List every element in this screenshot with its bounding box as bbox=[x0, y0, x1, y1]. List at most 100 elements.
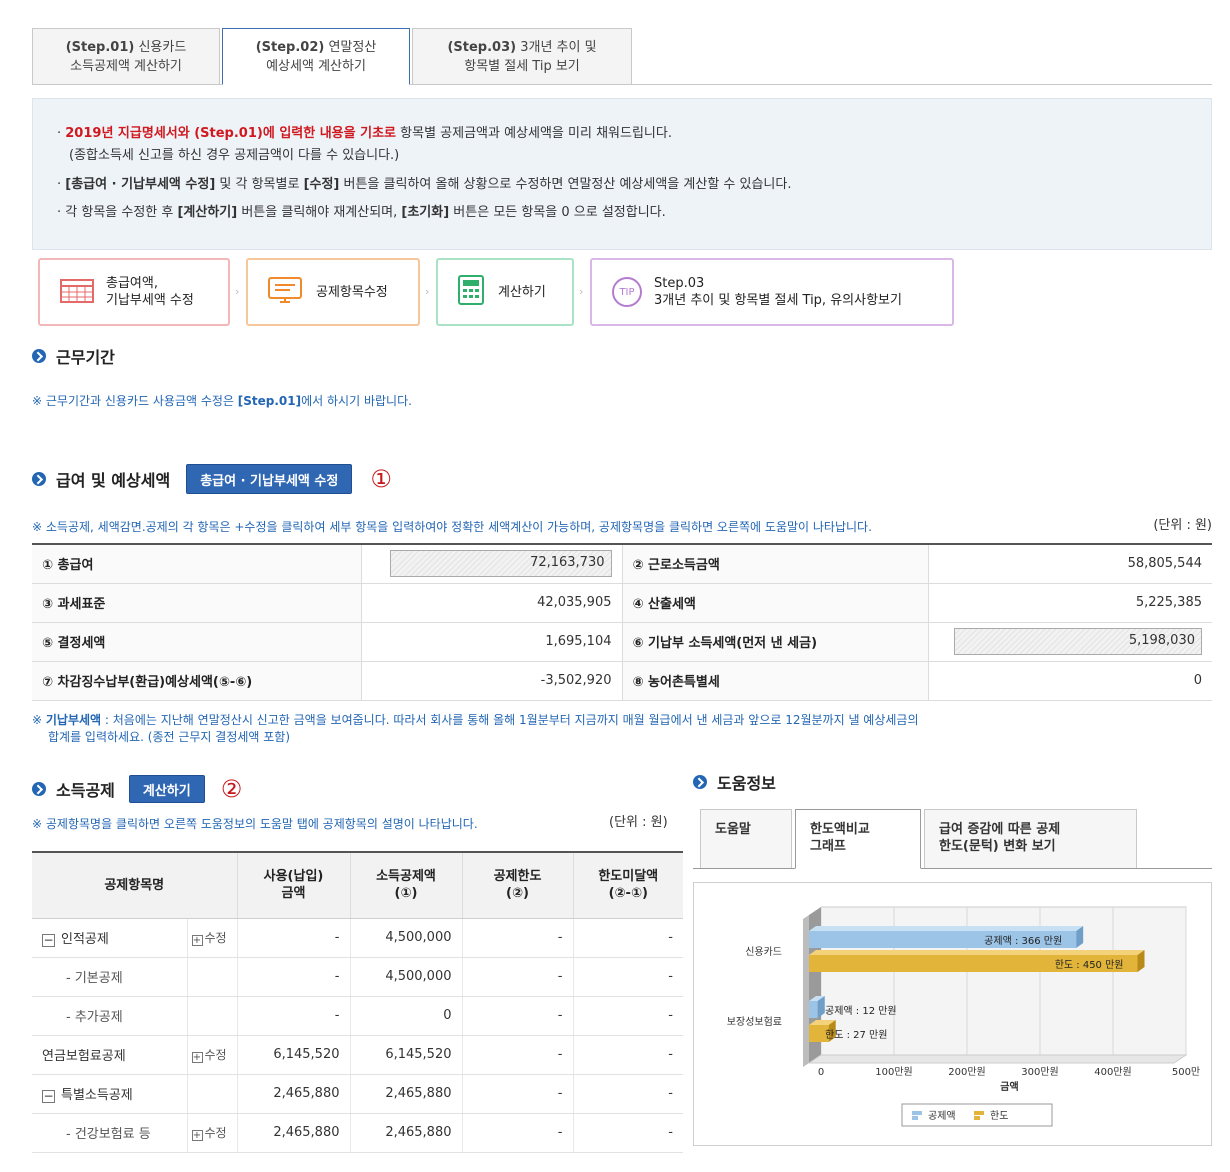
header-limit: 공제한도 (②) bbox=[462, 851, 574, 919]
table-row: ⑤ 결정세액 1,695,104 ⑥ 기납부 소득세액(먼저 낸 세금) 5,1… bbox=[32, 622, 1212, 662]
cell-used: - bbox=[237, 918, 351, 958]
cell-ded: 0 bbox=[350, 996, 463, 1036]
x-tick-label: 300만원 bbox=[1021, 1066, 1059, 1078]
plus-box-icon: + bbox=[191, 1052, 203, 1063]
x-tick-label: 100만원 bbox=[875, 1066, 913, 1078]
cell-lim: - bbox=[462, 1035, 574, 1075]
legend-swatch bbox=[912, 1111, 922, 1115]
tip-icon: TIP bbox=[612, 277, 642, 307]
table-row: ⑦ 차감징수납부(환급)예상세액(⑤-⑥) -3,502,920 ⑧ 농어촌특별… bbox=[32, 661, 1212, 701]
tab-divider bbox=[32, 84, 1212, 85]
table-row: - 기본공제 -4,500,000- - bbox=[32, 957, 683, 997]
collapse-icon[interactable]: − bbox=[42, 934, 55, 947]
cell-lim: - bbox=[462, 918, 574, 958]
cell-short: - bbox=[573, 918, 683, 958]
plus-box-icon: + bbox=[191, 935, 203, 946]
deduction-note: ※ 공제항목명을 클릭하면 오른쪽 도움정보의 도움말 탭에 공제항목의 설명이… bbox=[32, 817, 478, 831]
deduction-item-name[interactable]: - 건강보험료 등 bbox=[32, 1113, 188, 1153]
deduction-table: 공제항목명 사용(납입) 금액 소득공제액 (①) 공제한도 (②) 한도미달액 (②-… bbox=[32, 851, 683, 1153]
edit-salary-process-button[interactable]: 총급여액, 기납부세액 수정 bbox=[38, 258, 230, 326]
deduction-item-name[interactable]: − 특별소득공제 bbox=[32, 1074, 188, 1114]
cell-ded: 2,465,880 bbox=[350, 1113, 463, 1153]
cell-short: - bbox=[573, 1113, 683, 1153]
cell-ded: 4,500,000 bbox=[350, 957, 463, 997]
cell-lim: - bbox=[462, 1074, 574, 1114]
calculate-process-button[interactable]: 계산하기 bbox=[436, 258, 574, 326]
tab-step-02[interactable]: (Step.02) 연말정산 예상세액 계산하기 bbox=[222, 28, 410, 85]
deduction-item-name[interactable]: − 인적공제 bbox=[32, 918, 188, 958]
header-deduction: 소득공제액 (①) bbox=[350, 851, 463, 919]
bullet-icon bbox=[693, 775, 707, 789]
bullet-icon bbox=[32, 782, 46, 796]
data-label: 한도 : 450 만원 bbox=[1055, 959, 1124, 971]
calculate-button[interactable]: 계산하기 bbox=[128, 775, 205, 803]
tab-step-01[interactable]: (Step.01) 신용카드 소득공제액 계산하기 bbox=[32, 28, 220, 84]
salary-unit: (단위 : 원) bbox=[1153, 518, 1212, 533]
edit-item-button[interactable]: + 수정 bbox=[191, 931, 227, 946]
legend-swatch bbox=[912, 1116, 918, 1120]
deduction-rows: − 인적공제 + 수정 -4,500,000- - - 기본공제 -4,500,000- - - … bbox=[32, 918, 683, 1153]
deduction-item-name[interactable]: 연금보험료공제 bbox=[32, 1035, 188, 1075]
legend-swatch bbox=[974, 1116, 980, 1120]
table-row: - 추가공제 -0- - bbox=[32, 996, 683, 1036]
bar bbox=[809, 1001, 818, 1018]
salary-note: ※ 소득공제, 세액감면.공제의 각 항목은 +수정을 클릭하여 세부 항목을 … bbox=[32, 520, 872, 534]
deduction-item-name[interactable]: - 추가공제 bbox=[32, 996, 188, 1036]
chart-svg: 신용카드 공제액 : 366 만원한도 : 450 만원보장성보험료 공제액 : 1… bbox=[727, 906, 1200, 1127]
category-label: 보장성보험료 bbox=[727, 1016, 782, 1028]
tab-help[interactable]: 도움말 bbox=[700, 809, 792, 869]
cell-short: - bbox=[573, 957, 683, 997]
prepaid-tax-field: 5,198,030 bbox=[954, 628, 1202, 655]
calculator-icon bbox=[458, 275, 484, 309]
calendar-icon bbox=[60, 277, 94, 307]
step-arrow-icon: › bbox=[235, 285, 240, 298]
step03-tip-process-button[interactable]: TIP Step.03 3개년 추이 및 항목별 절세 Tip, 유의사항보기 bbox=[590, 258, 954, 326]
legend-label: 공제액 bbox=[928, 1110, 956, 1122]
deduction-item-name[interactable]: - 기본공제 bbox=[32, 957, 188, 997]
bullet-icon bbox=[32, 472, 46, 486]
edit-salary-tax-button[interactable]: 총급여 · 기납부세액 수정 bbox=[186, 464, 353, 494]
cell-lim: - bbox=[462, 957, 574, 997]
x-tick-label: 500만 bbox=[1172, 1066, 1200, 1078]
cell-used: - bbox=[237, 957, 351, 997]
info-box: · 2019년 지급명세서와 (Step.01)에 입력한 내용을 기초로 항목… bbox=[32, 98, 1212, 250]
edit-deduction-process-button[interactable]: 공제항목수정 bbox=[246, 258, 420, 326]
tab-step-03[interactable]: (Step.03) 3개년 추이 및 항목별 절세 Tip 보기 bbox=[412, 28, 632, 84]
plus-box-icon: + bbox=[191, 1130, 203, 1141]
edit-item-button[interactable]: + 수정 bbox=[191, 1048, 227, 1063]
header-used: 사용(납입) 금액 bbox=[237, 851, 351, 919]
edit-item-button[interactable]: + 수정 bbox=[191, 1126, 227, 1141]
legend-label: 한도 bbox=[990, 1110, 1008, 1122]
data-label: 공제액 : 12 만원 bbox=[825, 1005, 897, 1017]
cell-used: 2,465,880 bbox=[237, 1074, 351, 1114]
section-salary: 급여 및 예상세액 총급여 · 기납부세액 수정 ① bbox=[32, 464, 392, 494]
table-row: 연금보험료공제 + 수정 6,145,520 6,145,520- - bbox=[32, 1035, 683, 1075]
table-row: − 인적공제 + 수정 -4,500,000- - bbox=[32, 918, 683, 958]
total-salary-field: 72,163,730 bbox=[389, 550, 612, 578]
section-work-period: 근무기간 bbox=[32, 344, 115, 368]
help-tab-divider bbox=[693, 868, 1212, 869]
cell-short: - bbox=[573, 1035, 683, 1075]
work-period-note: ※ 근무기간과 신용카드 사용금액 수정은 [Step.01]에서 하시기 바랍… bbox=[32, 394, 412, 408]
cell-short: - bbox=[573, 1074, 683, 1114]
header-shortfall: 한도미달액 (②-①) bbox=[573, 851, 683, 919]
legend-swatch bbox=[974, 1111, 984, 1115]
tab-limit-chart[interactable]: 한도액비교 그래프 bbox=[795, 809, 921, 869]
salary-table: ① 총급여 72,163,730 ② 근로소득금액 58,805,544 ③ 과… bbox=[32, 543, 1212, 701]
table-row: - 건강보험료 등 + 수정 2,465,880 2,465,880- - bbox=[32, 1113, 683, 1153]
cell-ded: 2,465,880 bbox=[350, 1074, 463, 1114]
chart-left-wall-edge bbox=[803, 915, 809, 1067]
table-row: ① 총급여 72,163,730 ② 근로소득금액 58,805,544 bbox=[32, 543, 1212, 584]
collapse-icon[interactable]: − bbox=[42, 1090, 55, 1103]
cell-used: 6,145,520 bbox=[237, 1035, 351, 1075]
tab-threshold-change[interactable]: 급여 증감에 따른 공제 한도(문턱) 변화 보기 bbox=[924, 809, 1137, 869]
cell-ded: 6,145,520 bbox=[350, 1035, 463, 1075]
limit-comparison-chart: 신용카드 공제액 : 366 만원 한도 : 450 만원 보장성보험료 공제액 : 1… bbox=[693, 882, 1212, 1146]
x-tick-label: 400만원 bbox=[1094, 1066, 1132, 1078]
marker-1: ① bbox=[370, 465, 392, 493]
cell-ded: 4,500,000 bbox=[350, 918, 463, 958]
x-axis-label: 금액 bbox=[1000, 1081, 1018, 1093]
prepaid-tax-note: ※ 기납부세액 : 처음에는 지난해 연말정산시 신고한 금액을 보여줍니다. … bbox=[32, 713, 919, 727]
cell-short: - bbox=[573, 996, 683, 1036]
cell-lim: - bbox=[462, 996, 574, 1036]
